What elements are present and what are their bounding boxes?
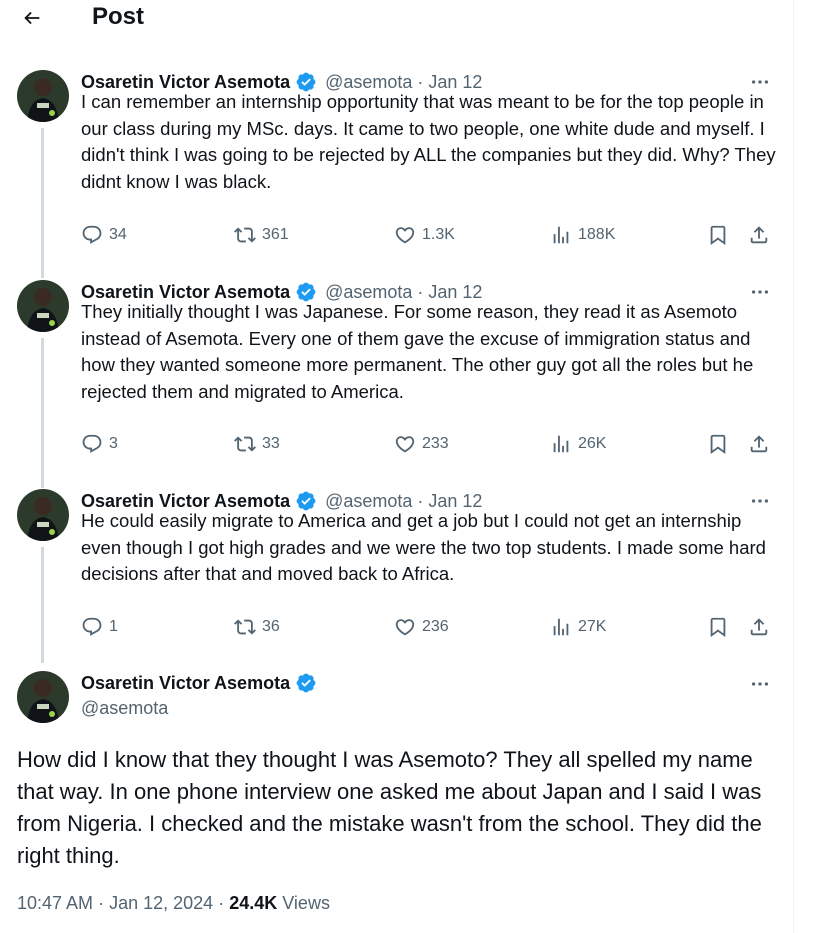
post-date[interactable]: Jan 12, 2024 (109, 893, 213, 913)
views-button[interactable]: 188K (550, 222, 615, 248)
bookmark-icon (710, 617, 726, 638)
share-icon (750, 618, 768, 636)
verified-badge-icon (295, 672, 317, 694)
repost-count: 361 (262, 226, 289, 243)
like-button[interactable]: 1.3K (394, 222, 455, 248)
repost-button[interactable]: 36 (234, 614, 280, 640)
back-arrow-icon (24, 11, 40, 25)
share-icon (750, 226, 768, 244)
avatar[interactable] (17, 671, 69, 723)
views-label: Views (282, 893, 330, 913)
tweet-text: I can remember an internship opportunity… (81, 91, 776, 192)
reply-button[interactable]: 3 (81, 431, 118, 457)
like-icon (395, 619, 415, 636)
reply-button[interactable]: 1 (81, 614, 118, 640)
views-icon (553, 435, 569, 453)
tweet-actions: 3 33 233 26K (81, 431, 781, 457)
bookmark-button[interactable] (707, 614, 729, 640)
like-button[interactable]: 233 (394, 431, 449, 457)
like-icon (395, 436, 415, 453)
share-button[interactable] (748, 614, 770, 640)
like-count: 233 (422, 435, 449, 452)
views-count: 27K (578, 618, 607, 635)
more-button[interactable] (747, 672, 773, 696)
thread-connector (41, 338, 44, 488)
page-title: Post (92, 3, 145, 30)
views-button[interactable]: 26K (550, 431, 606, 457)
views-total: 24.4K (229, 893, 278, 913)
views-icon (553, 226, 569, 244)
repost-button[interactable]: 361 (234, 222, 289, 248)
like-icon (395, 227, 415, 244)
reply-icon (82, 617, 102, 636)
views-icon (553, 618, 569, 636)
separator-dot: · (98, 893, 110, 913)
post-header: Post (0, 0, 793, 38)
avatar[interactable] (17, 280, 69, 332)
post-time[interactable]: 10:47 AM (17, 893, 93, 913)
separator-dot: · (218, 893, 230, 913)
share-icon (750, 435, 768, 453)
main-author-row: Osaretin Victor Asemota (81, 672, 325, 694)
avatar[interactable] (17, 70, 69, 122)
reply-count: 3 (109, 435, 118, 452)
like-button[interactable]: 236 (394, 614, 449, 640)
author-handle[interactable]: @asemota (81, 698, 168, 719)
reply-count: 1 (109, 618, 118, 635)
main-tweet-text: How did I know that they thought I was A… (17, 747, 762, 868)
tweet-text: He could easily migrate to America and g… (81, 510, 766, 584)
share-button[interactable] (748, 431, 770, 457)
repost-count: 36 (262, 618, 280, 635)
views-button[interactable]: 27K (550, 614, 606, 640)
post-meta: 10:47 AM · Jan 12, 2024 · 24.4K Views (17, 893, 330, 914)
thread-connector (41, 547, 44, 663)
views-count: 26K (578, 435, 607, 452)
reply-icon (82, 434, 102, 453)
avatar[interactable] (17, 489, 69, 541)
reply-icon (82, 225, 102, 244)
repost-icon (234, 619, 256, 635)
bookmark-button[interactable] (707, 222, 729, 248)
repost-button[interactable]: 33 (234, 431, 280, 457)
bookmark-icon (710, 434, 726, 455)
tweet-actions: 34 361 1.3K 188K (81, 222, 781, 248)
views-count: 188K (578, 226, 616, 243)
repost-icon (234, 436, 256, 452)
author-name[interactable]: Osaretin Victor Asemota (81, 673, 290, 694)
tweet-text: They initially thought I was Japanese. F… (81, 301, 754, 402)
bookmark-icon (710, 225, 726, 246)
thread-connector (41, 128, 44, 278)
repost-icon (234, 227, 256, 243)
bookmark-button[interactable] (707, 431, 729, 457)
share-button[interactable] (748, 222, 770, 248)
reply-button[interactable]: 34 (81, 222, 127, 248)
more-icon (751, 682, 769, 686)
column-border (793, 0, 794, 933)
like-count: 236 (422, 618, 449, 635)
tweet-actions: 1 36 236 27K (81, 614, 781, 640)
back-button[interactable] (18, 4, 46, 32)
like-count: 1.3K (422, 226, 455, 243)
reply-count: 34 (109, 226, 127, 243)
repost-count: 33 (262, 435, 280, 452)
